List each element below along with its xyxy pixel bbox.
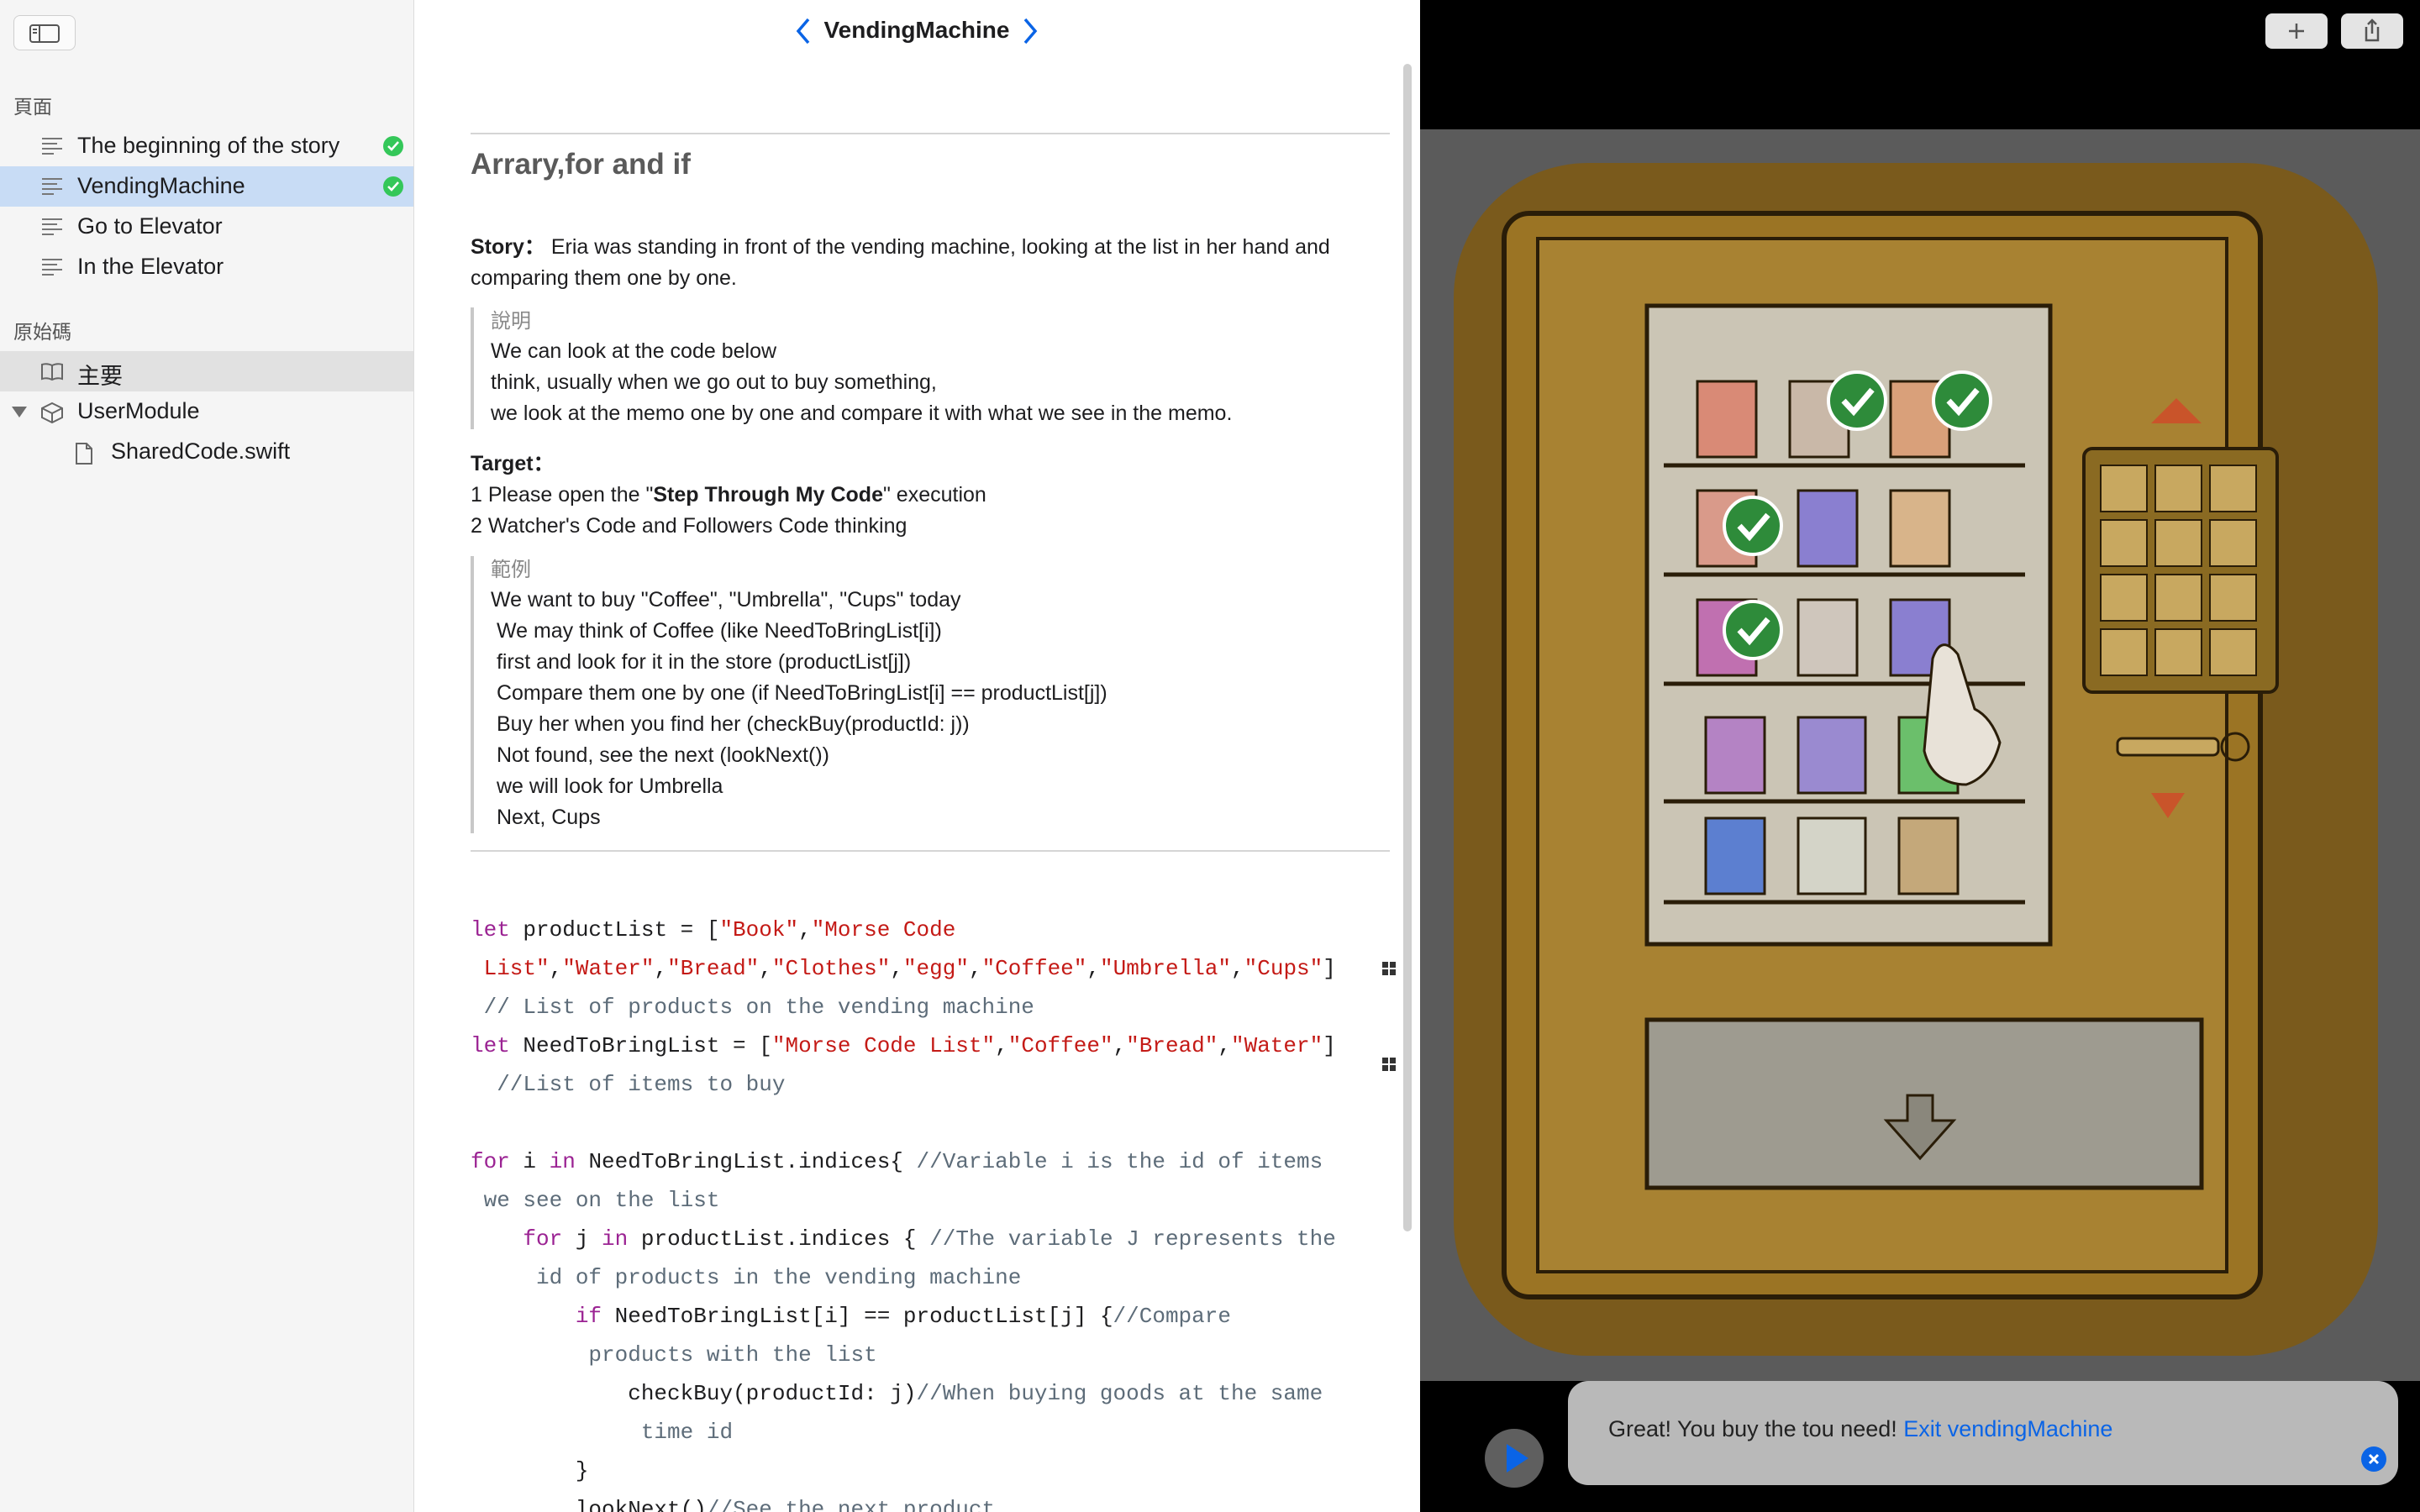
example-line: We may think of Coffee (like NeedToBring… bbox=[491, 619, 942, 643]
sidebar-item-label: In the Elevator bbox=[77, 254, 224, 279]
sidebar-item-label: The beginning of the story bbox=[77, 133, 340, 158]
example-line: we will look for Umbrella bbox=[491, 774, 723, 798]
example-line: first and look for it in the store (prod… bbox=[491, 650, 912, 674]
example-line: Next, Cups bbox=[491, 806, 601, 829]
lesson-heading: Arrary,for and if bbox=[471, 148, 691, 181]
target-paragraph: Target： 1 Please open the "Step Through … bbox=[471, 449, 986, 542]
module-cube-icon bbox=[41, 402, 63, 423]
vending-machine-illustration bbox=[1454, 163, 2378, 1356]
result-viewer-icon[interactable] bbox=[1381, 961, 1397, 976]
share-button[interactable] bbox=[2341, 13, 2403, 49]
sidebar-item-sharedcode[interactable]: SharedCode.swift bbox=[0, 432, 413, 472]
sidebar-item-label: 主要 bbox=[77, 364, 123, 389]
result-viewer-icon[interactable] bbox=[1381, 1057, 1397, 1072]
vertical-scrollbar[interactable] bbox=[1403, 64, 1412, 1231]
text-page-icon bbox=[42, 218, 62, 235]
add-button[interactable] bbox=[2265, 13, 2328, 49]
toast-message: Great! You buy the tou need! Exit vendin… bbox=[1608, 1416, 2112, 1442]
text-page-icon bbox=[42, 138, 62, 155]
exit-link[interactable]: Exit vendingMachine bbox=[1903, 1416, 2112, 1441]
note-line: think, usually when we go out to buy som… bbox=[491, 370, 937, 394]
note-callout: 說明 We can look at the code below think, … bbox=[471, 307, 1232, 429]
run-button[interactable] bbox=[1485, 1429, 1544, 1488]
sidebar-item-label: UserModule bbox=[77, 398, 200, 423]
success-toast: Great! You buy the tou need! Exit vendin… bbox=[1568, 1381, 2398, 1485]
story-text: Eria was standing in front of the vendin… bbox=[544, 235, 1330, 259]
sidebar-item-beginning[interactable]: The beginning of the story bbox=[0, 126, 413, 166]
share-icon bbox=[2365, 18, 2380, 42]
sidebar-item-label: VendingMachine bbox=[77, 173, 245, 198]
note-line: we look at the memo one by one and compa… bbox=[491, 402, 1233, 425]
sidebar-item-go-to-elevator[interactable]: Go to Elevator bbox=[0, 207, 413, 247]
toast-text: Great! You buy the tou need! bbox=[1608, 1416, 1904, 1441]
close-icon bbox=[2368, 1453, 2380, 1465]
book-icon bbox=[41, 363, 63, 381]
section-header-source: 原始碼 bbox=[13, 321, 71, 343]
example-line: Buy her when you find her (checkBuy(prod… bbox=[491, 712, 970, 736]
sidebar-item-usermodule[interactable]: UserModule bbox=[0, 391, 413, 432]
target-line-1: 1 Please open the " bbox=[471, 483, 654, 507]
sidebar-item-vendingmachine[interactable]: VendingMachine bbox=[0, 166, 413, 207]
story-label: Story： bbox=[471, 235, 545, 259]
completed-check-icon bbox=[383, 136, 403, 156]
text-page-icon bbox=[42, 178, 62, 195]
story-text-continued: comparing them one by one. bbox=[471, 266, 737, 290]
live-view: Great! You buy the tou need! Exit vendin… bbox=[1420, 0, 2420, 1512]
example-title: 範例 bbox=[491, 559, 531, 581]
target-label: Target： bbox=[471, 452, 555, 475]
dismiss-button[interactable] bbox=[2361, 1446, 2386, 1472]
sidebar-toggle-button[interactable] bbox=[13, 15, 76, 50]
code-editor[interactable]: let productList = ["Book","Morse Code Li… bbox=[471, 911, 1336, 1512]
divider bbox=[471, 850, 1390, 852]
sidebar: 頁面 The beginning of the story VendingMac… bbox=[0, 0, 414, 1512]
vending-machine-scene[interactable] bbox=[1420, 129, 2420, 1381]
section-header-pages: 頁面 bbox=[13, 96, 52, 118]
divider bbox=[471, 133, 1390, 134]
sidebar-item-main[interactable]: 主要 bbox=[0, 351, 413, 391]
text-page-icon bbox=[42, 259, 62, 276]
target-line-2: 2 Watcher's Code and Followers Code thin… bbox=[471, 514, 908, 538]
document-icon bbox=[76, 443, 92, 465]
sidebar-item-in-the-elevator[interactable]: In the Elevator bbox=[0, 247, 413, 287]
note-line: We can look at the code below bbox=[491, 339, 777, 363]
chevron-right-icon[interactable] bbox=[1020, 17, 1040, 45]
sidebar-item-label: SharedCode.swift bbox=[111, 438, 291, 464]
completed-check-icon bbox=[383, 176, 403, 197]
disclosure-triangle-icon[interactable] bbox=[12, 407, 27, 417]
example-line: Compare them one by one (if NeedToBringL… bbox=[491, 681, 1107, 705]
example-callout: 範例 We want to buy "Coffee", "Umbrella", … bbox=[471, 556, 1107, 833]
plus-icon bbox=[2289, 24, 2304, 39]
play-icon bbox=[1507, 1444, 1528, 1473]
page-title: VendingMachine bbox=[823, 17, 1010, 43]
sidebar-item-label: Go to Elevator bbox=[77, 213, 223, 239]
step-through-label: Step Through My Code bbox=[653, 483, 883, 507]
note-title: 說明 bbox=[491, 310, 531, 333]
sidebar-icon bbox=[29, 24, 60, 43]
example-line: Not found, see the next (lookNext()) bbox=[491, 743, 829, 767]
playground-page-content: VendingMachine Arrary,for and if Story： … bbox=[415, 0, 1418, 1512]
example-line: We want to buy "Coffee", "Umbrella", "Cu… bbox=[491, 588, 961, 612]
target-line-1-end: " execution bbox=[882, 483, 986, 507]
story-paragraph: Story： Eria was standing in front of the… bbox=[471, 232, 1330, 294]
